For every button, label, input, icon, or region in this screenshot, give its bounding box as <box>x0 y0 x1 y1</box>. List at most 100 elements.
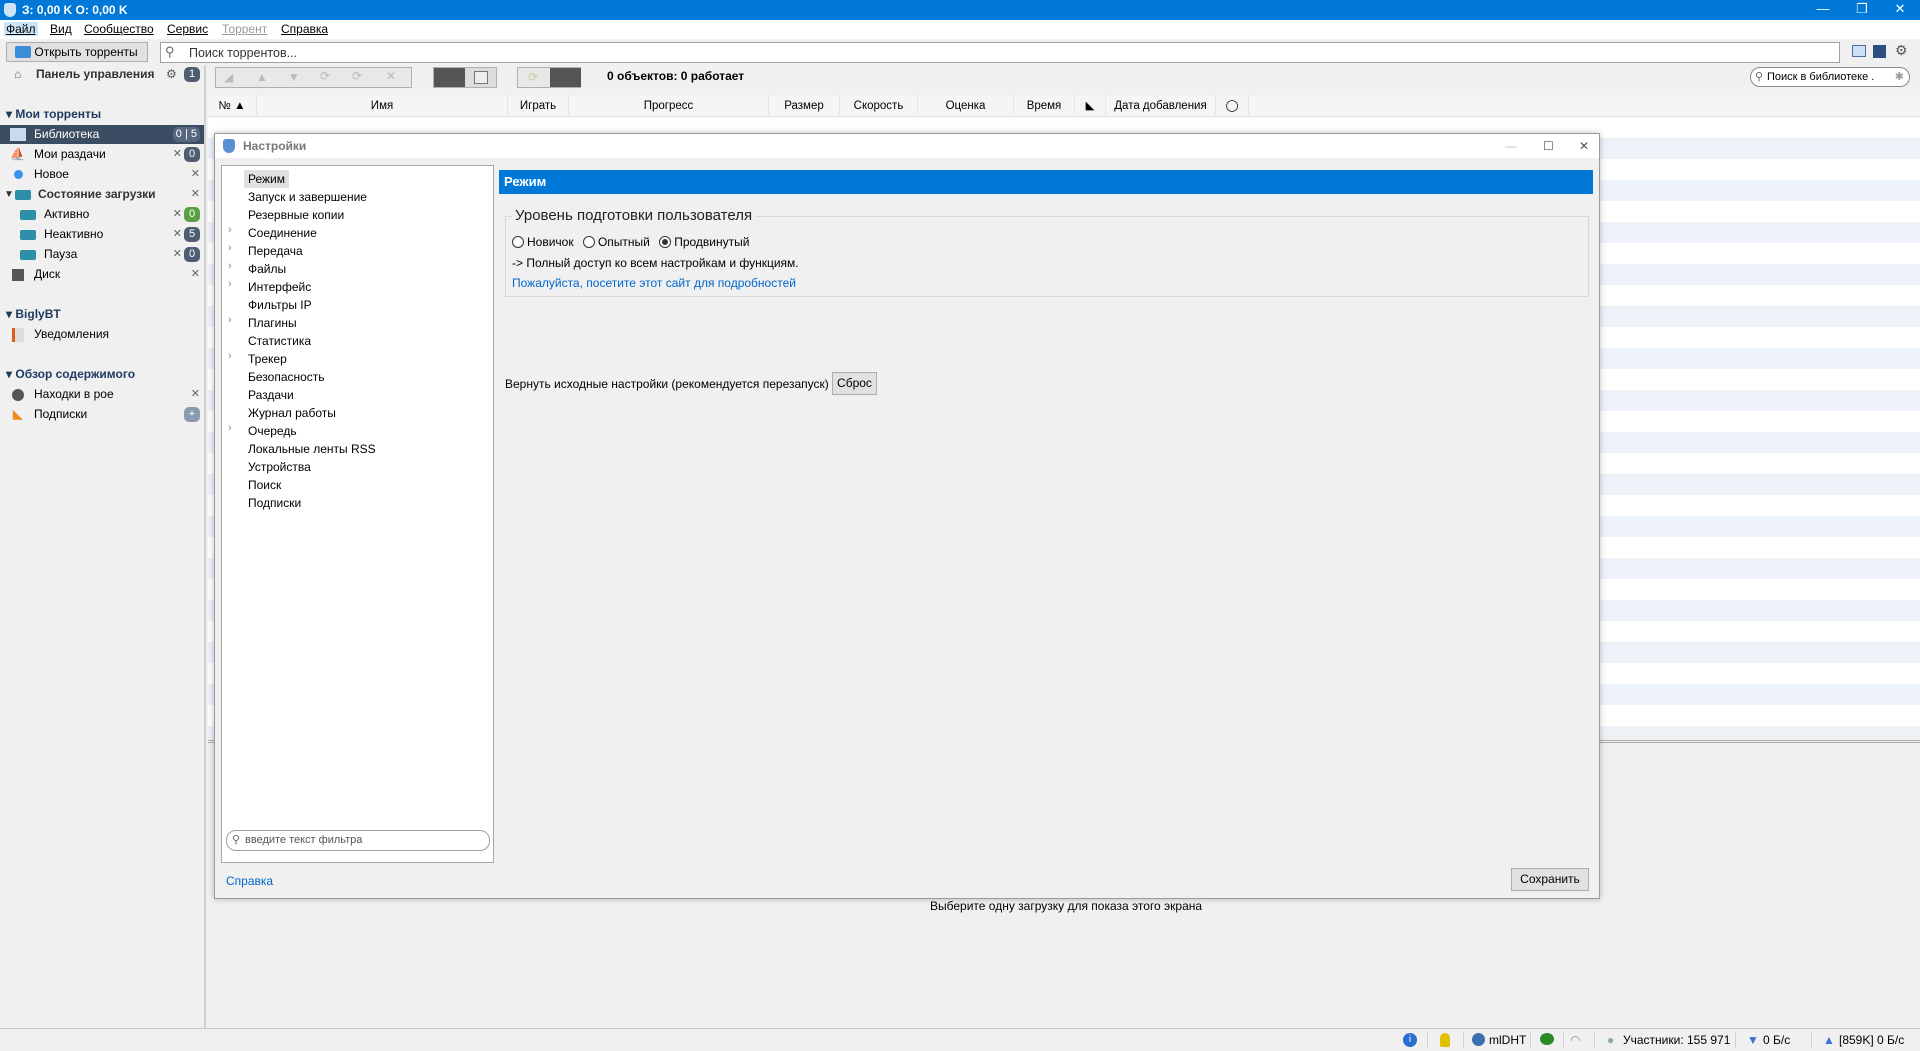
close-icon[interactable]: ✕ <box>173 225 182 244</box>
sidebar-item-paused[interactable]: Пауза ✕ 0 <box>0 245 204 264</box>
menu-torrent[interactable]: Торрент <box>222 22 267 36</box>
info-icon[interactable]: i <box>1403 1033 1417 1047</box>
radio-intermediate[interactable]: Опытный <box>582 235 650 249</box>
settings-tree-item[interactable]: Раздачи <box>244 386 298 404</box>
column-size[interactable]: Размер <box>769 95 840 117</box>
settings-tree-item[interactable]: Фильтры IP <box>244 296 316 314</box>
close-icon[interactable]: ✕ <box>191 265 200 284</box>
dht-status[interactable]: mlDHT <box>1489 1029 1526 1051</box>
settings-tree-item[interactable]: Плагины <box>244 314 301 332</box>
sidebar-item-inactive[interactable]: Неактивно ✕ 5 <box>0 225 204 244</box>
column-progress[interactable]: Прогресс <box>569 95 769 117</box>
settings-tree-item[interactable]: Резервные копии <box>244 206 348 224</box>
column-time[interactable]: Время <box>1014 95 1075 117</box>
detailed-view-button[interactable] <box>434 68 465 87</box>
sidebar-item-active[interactable]: Активно ✕ 0 <box>0 205 204 224</box>
settings-tree-item[interactable]: Безопасность <box>244 368 329 386</box>
help-link[interactable]: Справка <box>226 874 273 888</box>
move-up-icon[interactable]: ▲ <box>256 70 268 84</box>
menu-community[interactable]: Сообщество <box>84 22 154 36</box>
close-icon[interactable]: ✕ <box>173 205 182 224</box>
torrent-search-input[interactable]: ⚲ Поиск торрентов... <box>160 42 1840 63</box>
sidebar-item-new[interactable]: Новое ✕ <box>0 165 204 184</box>
sidebar-item-disk[interactable]: Диск ✕ <box>0 265 204 284</box>
clear-icon[interactable]: ✱ <box>1895 68 1904 86</box>
column-play[interactable]: Играть <box>508 95 569 117</box>
settings-tree-item[interactable]: Подписки <box>244 494 305 512</box>
expand-chevron-icon[interactable]: › <box>228 260 232 272</box>
settings-tree-item[interactable]: Статистика <box>244 332 315 350</box>
settings-tree-item[interactable]: Передача <box>244 242 307 260</box>
section-biglybt[interactable]: ▾ BiglyBT <box>6 307 61 321</box>
save-button[interactable]: Сохранить <box>1511 868 1589 891</box>
radio-advanced[interactable]: Продвинутый <box>659 235 749 249</box>
library-search-input[interactable]: ⚲ Поиск в библиотеке . ✱ <box>1750 67 1910 87</box>
section-my-torrents[interactable]: ▾ Мои торренты <box>6 107 101 121</box>
settings-tree-item[interactable]: Соединение <box>244 224 321 242</box>
close-icon[interactable]: ✕ <box>191 385 200 404</box>
remove-icon[interactable]: ✕ <box>386 69 396 83</box>
stats-icon[interactable] <box>1873 45 1886 58</box>
settings-tree-item[interactable]: Локальные ленты RSS <box>244 440 380 458</box>
tree-filter-input[interactable]: ⚲ введите текст фильтра <box>226 830 490 851</box>
expand-chevron-icon[interactable]: › <box>228 314 232 326</box>
close-icon[interactable]: ✕ <box>191 185 200 204</box>
menu-view[interactable]: Вид <box>50 22 72 36</box>
upload-speed[interactable]: [859K] 0 Б/с <box>1839 1029 1904 1051</box>
menu-help[interactable]: Справка <box>281 22 328 36</box>
expand-chevron-icon[interactable]: › <box>228 350 232 362</box>
queue-icon[interactable]: ◢ <box>224 70 233 84</box>
gear-icon[interactable]: ⚙ <box>166 65 177 84</box>
expand-chevron-icon[interactable]: › <box>228 422 232 434</box>
details-link[interactable]: Пожалуйста, посетите этот сайт для подро… <box>512 276 796 290</box>
settings-tree-item[interactable]: Трекер <box>244 350 291 368</box>
reset-button[interactable]: Сброс <box>832 372 877 395</box>
close-icon[interactable]: ✕ <box>173 145 182 164</box>
expand-chevron-icon[interactable]: › <box>228 224 232 236</box>
move-down-icon[interactable]: ▼ <box>288 70 300 84</box>
settings-tree-item[interactable]: Очередь <box>244 422 301 440</box>
side-panel-button[interactable] <box>550 68 581 87</box>
settings-tree-item[interactable]: Поиск <box>244 476 285 494</box>
expand-chevron-icon[interactable]: › <box>228 242 232 254</box>
sidebar-item-my-shares[interactable]: ⛵ Мои раздачи ✕ 0 <box>0 145 204 164</box>
radio-beginner[interactable]: Новичок <box>512 235 574 249</box>
download-speed[interactable]: 0 Б/с <box>1763 1029 1790 1051</box>
section-content-discovery[interactable]: ▾ Обзор содержимого <box>6 367 135 381</box>
start-icon[interactable]: ⟳ <box>320 69 330 83</box>
settings-tree-item[interactable]: Устройства <box>244 458 315 476</box>
open-torrents-button[interactable]: Открыть торренты <box>6 42 148 62</box>
sidebar-item-notifications[interactable]: Уведомления <box>0 325 204 344</box>
settings-tree-item[interactable]: Режим <box>244 170 289 188</box>
settings-tree-item[interactable]: Запуск и завершение <box>244 188 371 206</box>
menu-tools[interactable]: Сервис <box>167 22 208 36</box>
nat-status-icon[interactable] <box>1440 1033 1450 1047</box>
settings-tree-item[interactable]: Интерфейс <box>244 278 315 296</box>
column-date-added[interactable]: Дата добавления <box>1106 95 1216 117</box>
close-button[interactable]: ✕ <box>1579 134 1589 158</box>
column-rss[interactable]: ◣ <box>1075 95 1106 117</box>
sidebar-item-subscriptions[interactable]: ◣ Подписки + <box>0 405 204 424</box>
sidebar-item-library[interactable]: Библиотека 0 | 5 <box>0 125 204 144</box>
view-icon[interactable] <box>1852 45 1866 57</box>
close-button[interactable]: ✕ <box>1880 0 1920 20</box>
add-subscription-button[interactable]: + <box>184 407 200 422</box>
sync-icon[interactable]: ⟳ <box>528 70 538 84</box>
simple-view-button[interactable] <box>474 71 488 84</box>
settings-tree-item[interactable]: Журнал работы <box>244 404 340 422</box>
stop-icon[interactable]: ⟳ <box>352 69 362 83</box>
settings-tree-item[interactable]: Файлы <box>244 260 290 278</box>
sidebar-dashboard[interactable]: ⌂ Панель управления ⚙ 1 <box>0 65 204 84</box>
maximize-button[interactable]: ☐ <box>1543 134 1554 158</box>
column-speed[interactable]: Скорость <box>840 95 918 117</box>
menu-file[interactable]: Файл <box>4 22 38 36</box>
close-icon[interactable]: ✕ <box>173 245 182 264</box>
sidebar-item-swarm-discoveries[interactable]: Находки в рое ✕ <box>0 385 204 404</box>
expand-chevron-icon[interactable]: › <box>228 278 232 290</box>
wifi-icon[interactable]: ◠ <box>1570 1029 1580 1051</box>
column-name[interactable]: Имя <box>257 95 508 117</box>
minimize-button[interactable]: — <box>1803 0 1843 20</box>
sidebar-item-download-state[interactable]: ▼ Состояние загрузки ✕ <box>0 185 204 204</box>
close-icon[interactable]: ✕ <box>191 165 200 184</box>
restore-button[interactable]: ❐ <box>1842 0 1882 20</box>
